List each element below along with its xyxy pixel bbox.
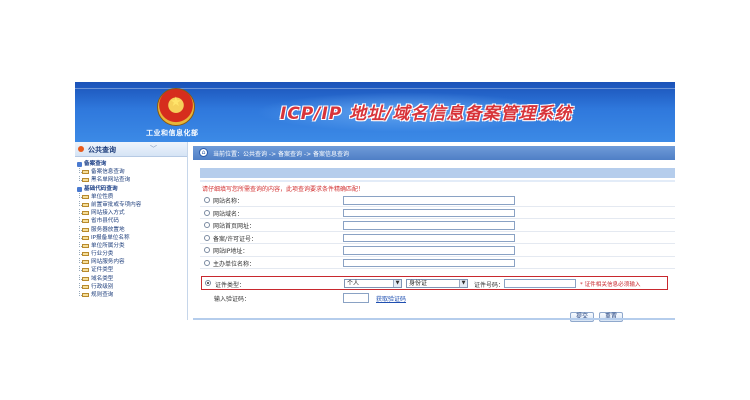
section-bar	[200, 168, 675, 178]
ministry-name: 工业和信息化部	[146, 128, 199, 137]
submit-button[interactable]: 提交	[570, 312, 594, 322]
site-name-input[interactable]	[343, 196, 515, 205]
chevron-down-icon: ▼	[459, 280, 467, 287]
radio-homepage[interactable]	[204, 222, 210, 228]
get-captcha-link[interactable]: 获取验证码	[376, 294, 406, 303]
radio-site-name[interactable]	[204, 197, 210, 203]
id-number-input[interactable]	[504, 279, 576, 288]
tree-item[interactable]: 前置审批或专项内容	[77, 200, 187, 209]
tree-item[interactable]: 证件类型	[77, 266, 187, 274]
tree-item[interactable]: 省市县代码	[77, 217, 187, 225]
tree-group-record-query[interactable]: 备案查询	[77, 160, 187, 168]
captcha-input[interactable]	[343, 293, 369, 303]
homepage-input[interactable]	[343, 221, 515, 230]
bottom-divider	[193, 318, 675, 320]
tree-item[interactable]: 单位性质	[77, 192, 187, 201]
banner-stripe	[75, 88, 675, 89]
page-icon	[82, 194, 89, 199]
tree-item[interactable]: 行业分类	[77, 250, 187, 258]
page-icon	[82, 252, 89, 257]
tree-item[interactable]: 服务器放置地	[77, 225, 187, 234]
page-icon	[82, 284, 89, 289]
page-icon	[82, 227, 89, 232]
page-icon	[82, 211, 89, 216]
label-organizer: 主办单位名称：	[213, 260, 256, 268]
id-query-row: 证件类型： 个人 ▼ 身份证 ▼ 证件号码： * 证件相关信息必须输入	[201, 276, 668, 290]
reset-button[interactable]: 重置	[599, 312, 623, 322]
radio-license[interactable]	[204, 234, 210, 241]
sidebar: 公共查询 ﹀ 备案查询 备案信息查询 黑名单网站查询 基础代码查询 单位性质 前…	[75, 142, 188, 320]
tree-item[interactable]: IP报备单位名称	[77, 233, 187, 242]
tree-item[interactable]: 网站服务内容	[77, 258, 187, 266]
form-row-site-name: 网站名称：	[200, 194, 675, 207]
query-form: 网站名称： 网站域名： 网站首页网址： 备案/许可证号： 网站IP地址： 主办单…	[200, 194, 675, 269]
chevron-down-icon: ▼	[393, 280, 401, 287]
chevron-down-icon[interactable]: ﹀	[150, 144, 157, 154]
tree-item[interactable]: 黑名单网站查询	[77, 176, 187, 184]
license-input[interactable]	[343, 233, 515, 242]
section-divider	[200, 180, 675, 182]
folder-icon	[77, 186, 82, 192]
page-icon	[82, 260, 89, 265]
label-id-type: 证件类型：	[215, 282, 246, 289]
radio-ip[interactable]	[204, 247, 210, 253]
label-license: 备案/许可证号：	[213, 235, 258, 243]
breadcrumb: 当前位置：公共查询 -> 备案查询 -> 备案信息查询	[213, 151, 350, 158]
page-icon	[82, 219, 89, 224]
main-content: ⌂ 当前位置：公共查询 -> 备案查询 -> 备案信息查询 请仔细填写您所需查询…	[193, 142, 675, 322]
label-id-number: 证件号码：	[474, 282, 505, 289]
label-ip: 网站IP地址：	[213, 248, 249, 255]
page-icon	[82, 276, 89, 281]
form-row-license: 备案/许可证号：	[200, 232, 675, 244]
organizer-input[interactable]	[343, 258, 515, 267]
sidebar-header[interactable]: 公共查询 ﹀	[75, 142, 187, 157]
id-type-select[interactable]: 身份证 ▼	[406, 279, 468, 288]
form-row-domain: 网站域名：	[200, 207, 675, 219]
home-icon[interactable]: ⌂	[199, 148, 208, 157]
page-icon	[82, 235, 89, 240]
form-row-ip: 网站IP地址：	[200, 244, 675, 257]
form-row-organizer: 主办单位名称：	[200, 257, 675, 269]
subject-type-select[interactable]: 个人 ▼	[344, 279, 402, 288]
id-required-hint: * 证件相关信息必须输入	[580, 282, 641, 288]
label-domain: 网站域名：	[213, 210, 244, 218]
domain-input[interactable]	[343, 208, 515, 217]
sidebar-tree: 备案查询 备案信息查询 黑名单网站查询 基础代码查询 单位性质 前置审批或专项内…	[75, 157, 187, 299]
captcha-label: 输入验证码：	[214, 296, 251, 303]
folder-icon	[77, 162, 82, 167]
captcha-row: 输入验证码： 获取验证码	[200, 291, 675, 304]
page-icon	[82, 243, 89, 248]
radio-domain[interactable]	[204, 209, 210, 216]
page-icon	[82, 202, 89, 207]
page-icon	[82, 293, 89, 297]
sidebar-title: 公共查询	[88, 146, 116, 154]
app-frame: ★ 工业和信息化部 ICP/IP 地址/域名信息备案管理系统 公共查询 ﹀ 备案…	[75, 82, 675, 322]
tree-item[interactable]: 行政级别	[77, 282, 187, 291]
page-icon	[82, 178, 89, 183]
tree-group-base-code[interactable]: 基础代码查询	[77, 185, 187, 193]
radio-organizer[interactable]	[204, 259, 210, 266]
form-row-homepage: 网站首页网址：	[200, 219, 675, 232]
tree-item[interactable]: 规则查询	[77, 291, 187, 299]
breadcrumb-bar: ⌂ 当前位置：公共查询 -> 备案查询 -> 备案信息查询	[193, 146, 675, 160]
tree-item[interactable]: 网站接入方式	[77, 209, 187, 217]
system-title: ICP/IP 地址/域名信息备案管理系统	[280, 104, 573, 124]
ip-input[interactable]	[343, 246, 515, 255]
header-banner: ★ 工业和信息化部 ICP/IP 地址/域名信息备案管理系统	[75, 82, 675, 142]
page-icon	[82, 170, 89, 175]
tree-item[interactable]: 备案信息查询	[77, 168, 187, 176]
tree-item[interactable]: 域名类型	[77, 274, 187, 283]
tree-item[interactable]: 单位所属分类	[77, 241, 187, 250]
label-homepage: 网站首页网址：	[213, 223, 256, 230]
radio-id-type[interactable]	[205, 280, 211, 286]
bullet-icon	[78, 146, 84, 152]
page-icon	[82, 268, 89, 273]
national-emblem-icon: ★	[157, 88, 195, 126]
query-notice: 请仔细填写您所需查询的内容，此项查询要求条件精确匹配！	[202, 186, 365, 193]
label-site-name: 网站名称：	[213, 198, 244, 205]
